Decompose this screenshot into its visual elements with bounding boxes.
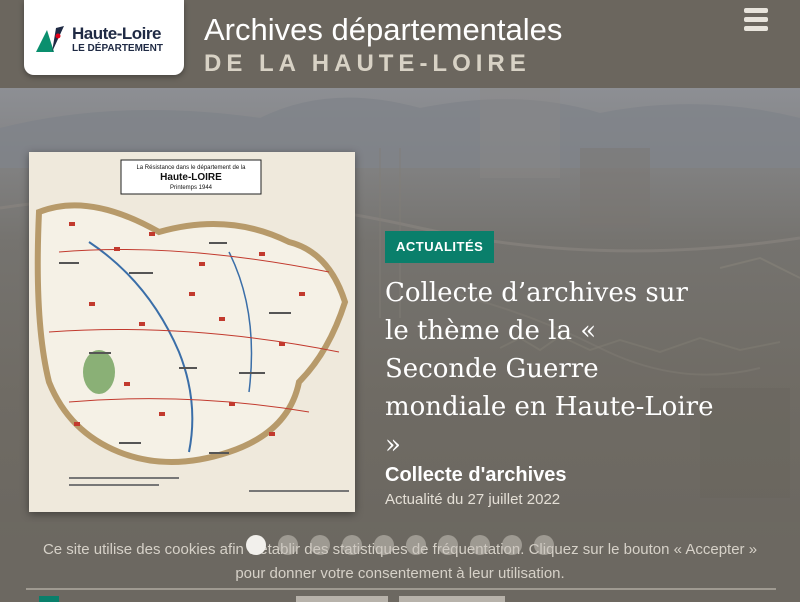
map-title-line1: La Résistance dans le département de la xyxy=(136,165,246,171)
article-subtitle: Collecte d'archives xyxy=(385,464,567,486)
carousel-dot-2[interactable] xyxy=(278,535,298,555)
carousel-dot-9[interactable] xyxy=(502,535,522,555)
map-title-line2: Haute-LOIRE xyxy=(160,172,222,183)
cookie-banner: Ce site utilise des cookies afin d'établ… xyxy=(0,522,800,602)
carousel-dot-6[interactable] xyxy=(406,535,426,555)
carousel-dot-7[interactable] xyxy=(438,535,458,555)
carousel-dot-5[interactable] xyxy=(374,535,394,555)
article-image-map[interactable]: La Résistance dans le département de la … xyxy=(29,152,355,512)
carousel-pagination xyxy=(246,535,554,555)
hamburger-icon xyxy=(744,8,770,31)
logo-subtitle: LE DÉPARTEMENT xyxy=(72,43,163,54)
carousel-dot-10[interactable] xyxy=(534,535,554,555)
menu-button[interactable] xyxy=(744,8,770,32)
carousel-dot-3[interactable] xyxy=(310,535,330,555)
site-title: Archives départementales xyxy=(204,12,563,47)
map-title-line3: Printemps 1944 xyxy=(170,185,213,191)
category-badge[interactable]: ACTUALITÉS xyxy=(385,231,495,263)
cookie-refuse-button[interactable] xyxy=(399,596,505,602)
department-logo-icon xyxy=(36,26,64,52)
article-date: Actualité du 27 juillet 2022 xyxy=(385,491,561,508)
department-logo-link[interactable]: Haute-Loire LE DÉPARTEMENT xyxy=(24,0,184,75)
resistance-map-illustration: La Résistance dans le département de la … xyxy=(29,152,355,512)
carousel-dot-8[interactable] xyxy=(470,535,490,555)
site-header: Haute-Loire LE DÉPARTEMENT Archives dépa… xyxy=(0,0,800,88)
logo-name: Haute-Loire xyxy=(72,24,161,43)
cookie-accent-mark xyxy=(39,596,59,602)
carousel-dot-1[interactable] xyxy=(246,535,266,555)
cookie-divider xyxy=(26,588,776,590)
carousel-dot-4[interactable] xyxy=(342,535,362,555)
article-title[interactable]: Collecte d’archives sur le thème de la «… xyxy=(385,274,715,464)
cookie-accept-button[interactable] xyxy=(296,596,388,602)
site-subtitle: DE LA HAUTE-LOIRE xyxy=(204,50,531,77)
